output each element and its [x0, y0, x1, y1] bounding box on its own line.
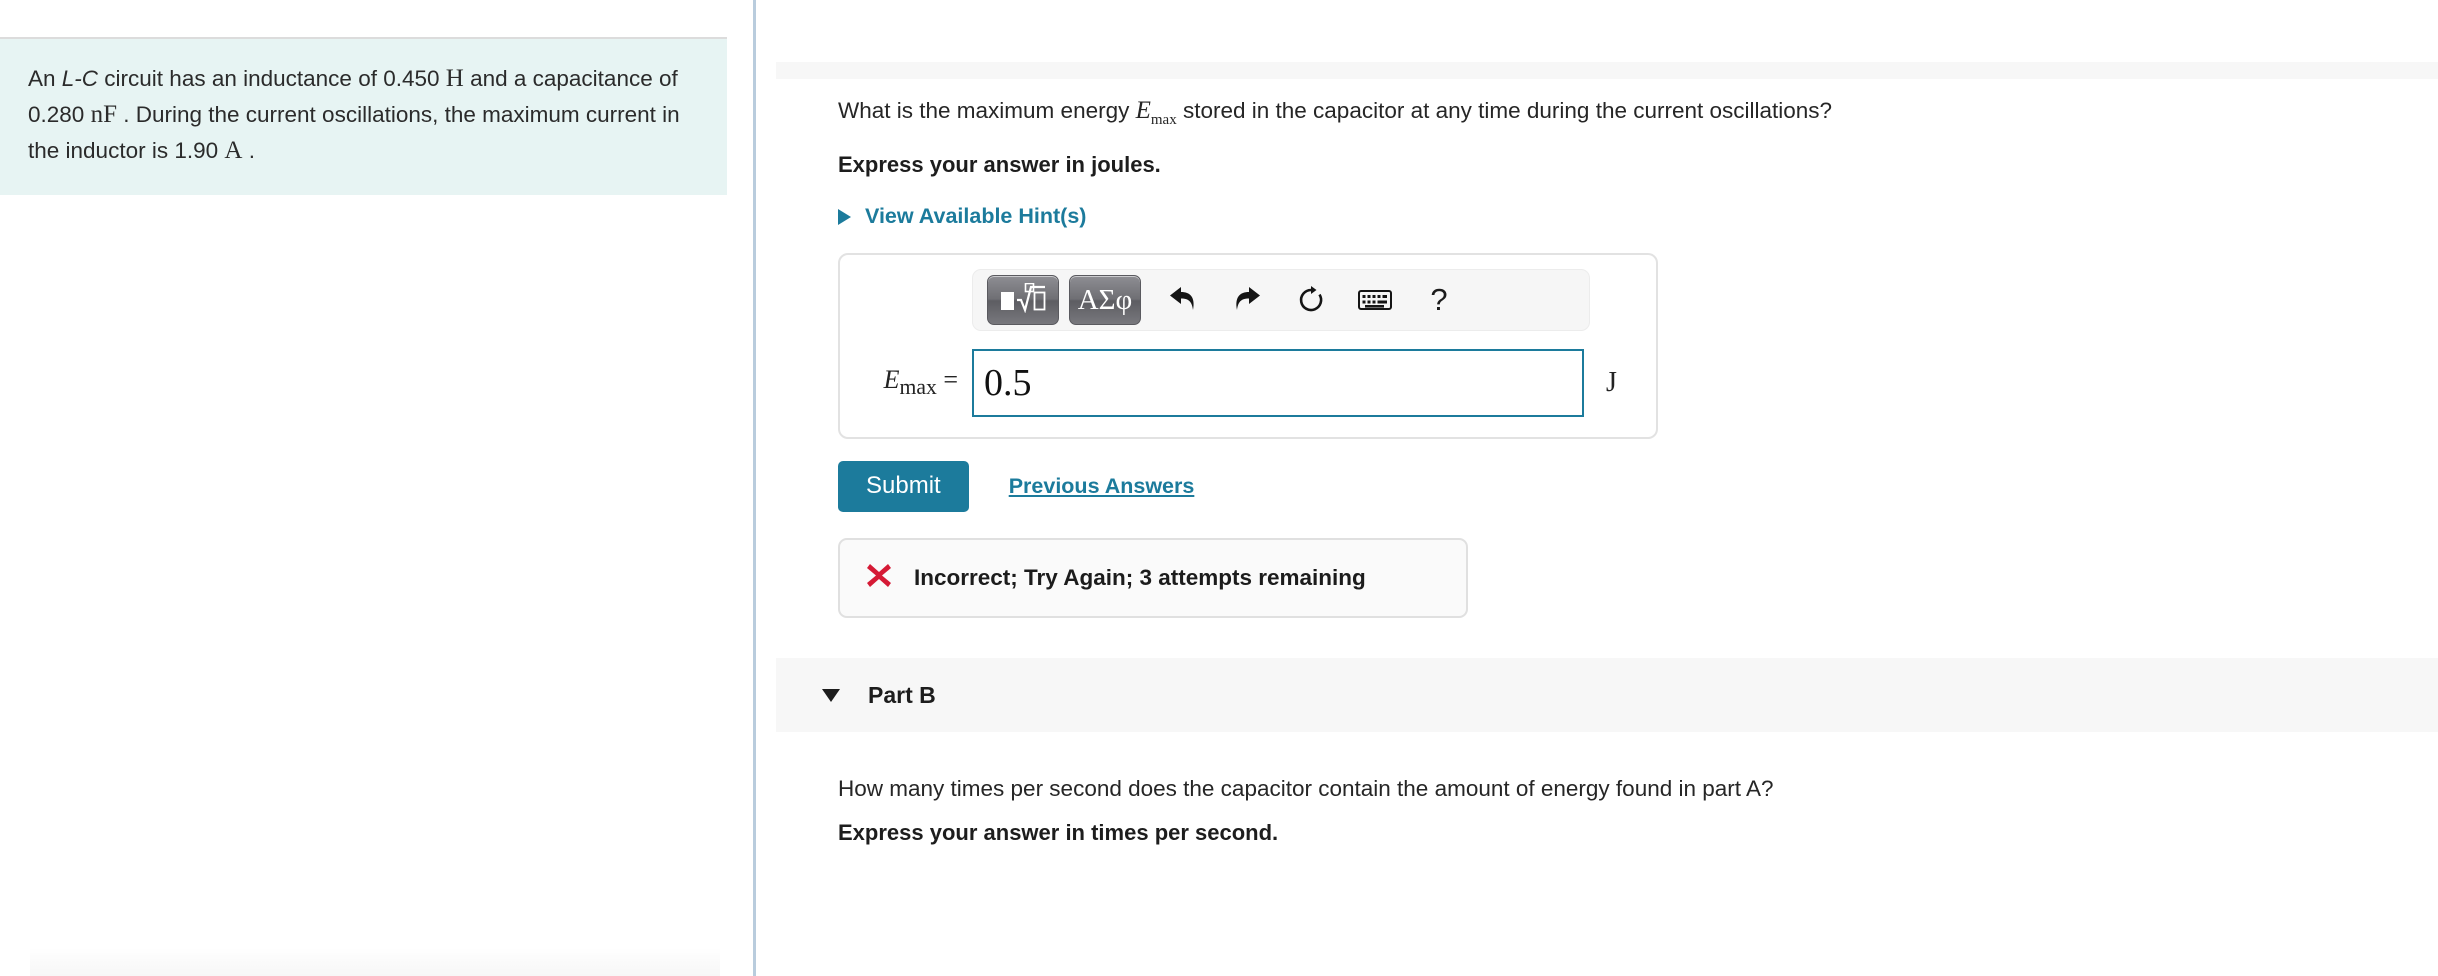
submit-button[interactable]: Submit: [838, 461, 969, 512]
x-mark-icon: [866, 562, 892, 594]
problem-part3: . During the current oscillations, the m…: [28, 102, 680, 163]
unit-ampere: A: [224, 137, 243, 164]
answer-entry-box: ΑΣφ ? Emax = 0.5 J: [838, 253, 1658, 439]
help-icon-glyph: ?: [1430, 282, 1448, 317]
redo-icon[interactable]: [1221, 276, 1273, 324]
unit-nanofarad: nF: [90, 101, 117, 128]
answer-panel: What is the maximum energy Emax stored i…: [756, 0, 2438, 976]
greek-symbols-button[interactable]: ΑΣφ: [1069, 275, 1141, 325]
help-icon[interactable]: ?: [1413, 276, 1465, 324]
view-hints-link[interactable]: View Available Hint(s): [838, 204, 1086, 229]
part-b-header[interactable]: Part B: [776, 658, 2438, 732]
problem-prefix: An: [28, 66, 62, 91]
greek-symbols-label: ΑΣφ: [1077, 283, 1133, 316]
math-template-button[interactable]: [987, 275, 1059, 325]
answer-input[interactable]: [972, 349, 1584, 417]
question-text-before: What is the maximum energy: [838, 98, 1136, 123]
answer-label-subscript: max: [899, 375, 937, 400]
problem-circuit-type: L-C: [61, 66, 99, 91]
problem-statement-card: An L-C circuit has an inductance of 0.45…: [0, 37, 727, 195]
answer-field-row: Emax = J: [862, 349, 1634, 417]
answer-label-variable: E: [883, 365, 900, 395]
problem-statement-text: An L-C circuit has an inductance of 0.45…: [28, 61, 699, 169]
math-template-icon: [1000, 282, 1046, 318]
view-hints-label: View Available Hint(s): [865, 204, 1087, 228]
unit-henry: H: [445, 65, 464, 92]
previous-answers-link[interactable]: Previous Answers: [1009, 474, 1195, 499]
energy-variable-symbol: E: [1135, 97, 1151, 124]
answer-field-label: Emax =: [862, 365, 972, 400]
feedback-message: Incorrect; Try Again; 3 attempts remaini…: [914, 565, 1366, 590]
problem-part4: .: [242, 138, 255, 163]
answer-unit-label: J: [1606, 367, 1617, 398]
answer-label-equals: =: [936, 365, 958, 395]
part-a-express-instruction: Express your answer in joules.: [838, 152, 1161, 177]
part-b-question: How many times per second does the capac…: [838, 776, 1774, 801]
sidebar-bottom-shade: [30, 948, 720, 976]
energy-variable: Emax: [1135, 97, 1177, 128]
part-b-express-instruction: Express your answer in times per second.: [838, 820, 1279, 845]
feedback-banner: Incorrect; Try Again; 3 attempts remaini…: [838, 538, 1468, 618]
energy-variable-subscript: max: [1150, 112, 1177, 128]
page-root: An L-C circuit has an inductance of 0.45…: [0, 0, 2438, 976]
part-a-question: What is the maximum energy Emax stored i…: [838, 0, 2438, 135]
reset-icon[interactable]: [1285, 276, 1337, 324]
triangle-right-icon: [838, 208, 851, 225]
triangle-down-icon: [822, 688, 840, 702]
submit-row: Submit Previous Answers: [838, 461, 2438, 512]
question-text-after: stored in the capacitor at any time duri…: [1176, 98, 1833, 123]
problem-part1: circuit has an inductance of 0.450: [98, 66, 446, 91]
math-toolbar: ΑΣφ ?: [972, 269, 1590, 331]
problem-sidebar: An L-C circuit has an inductance of 0.45…: [0, 0, 753, 976]
undo-icon[interactable]: [1157, 276, 1209, 324]
answer-content: What is the maximum energy Emax stored i…: [756, 0, 2438, 846]
keyboard-icon[interactable]: [1349, 276, 1401, 324]
part-b-title: Part B: [868, 681, 936, 708]
